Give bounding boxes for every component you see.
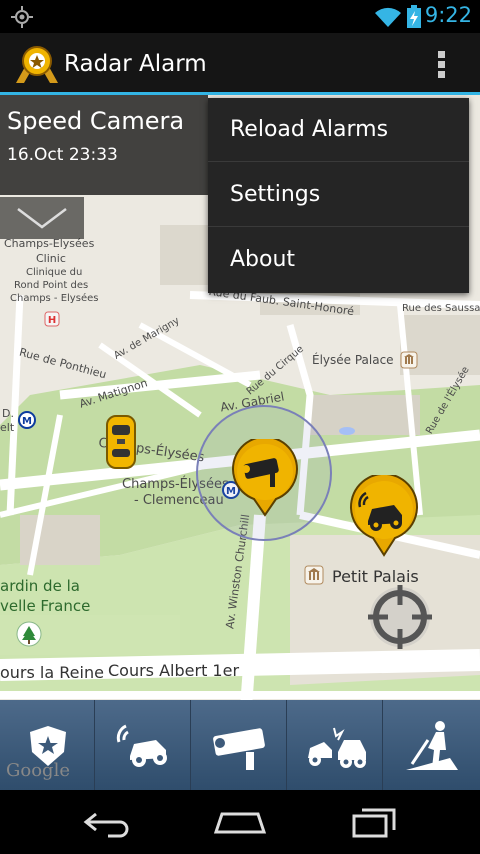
menu-item-settings[interactable]: Settings	[208, 163, 469, 227]
accident-button[interactable]	[288, 700, 383, 790]
back-icon[interactable]	[82, 808, 132, 838]
gps-icon	[11, 6, 33, 28]
app-title: Radar Alarm	[64, 51, 207, 77]
recent-apps-icon[interactable]	[350, 806, 398, 840]
metro-icon[interactable]: M	[18, 411, 36, 429]
google-attribution: Google	[6, 760, 70, 781]
map-label: ours la Reine	[0, 663, 104, 682]
alert-panel[interactable]: Speed Camera 16.Oct 23:33	[0, 95, 208, 195]
wifi-icon	[375, 7, 401, 28]
map-label: Élysée Palace	[312, 353, 394, 367]
map-label: Clinic	[36, 252, 66, 265]
home-icon[interactable]	[212, 806, 268, 836]
accident-icon	[308, 727, 366, 768]
map-label: Rond Point des	[14, 280, 89, 291]
map-label: velle France	[0, 597, 91, 615]
speed-camera-icon	[213, 728, 265, 770]
alert-datetime: 16.Oct 23:33	[7, 145, 118, 165]
alarm-toolbar	[0, 700, 480, 790]
museum-icon[interactable]	[304, 565, 324, 585]
svg-text:H: H	[48, 315, 56, 326]
overflow-menu-icon[interactable]	[436, 49, 448, 81]
speed-camera-button[interactable]	[192, 700, 287, 790]
map-label: D.	[2, 407, 14, 420]
svg-text:M: M	[22, 416, 32, 427]
speed-camera-marker-icon[interactable]	[230, 439, 300, 517]
map-label: elt	[0, 421, 15, 434]
roadworks-icon	[406, 721, 458, 770]
app-logo-icon[interactable]	[14, 43, 60, 85]
chevron-down-icon	[17, 208, 67, 229]
roadworks-button[interactable]	[384, 700, 479, 790]
map-label: ardin de la	[0, 577, 80, 595]
map-label: Champs - Elysées	[10, 293, 99, 304]
landmark-icon[interactable]	[400, 351, 418, 369]
alert-type: Speed Camera	[7, 107, 185, 135]
battery-charging-icon	[407, 5, 421, 28]
overflow-menu: Reload Alarms Settings About	[208, 98, 469, 293]
navigation-bar	[0, 790, 480, 854]
car-crash-icon	[116, 724, 167, 767]
clock: 9:22	[424, 3, 472, 27]
car-crash-marker-icon[interactable]	[346, 475, 422, 557]
my-location-button[interactable]	[366, 583, 434, 651]
status-bar: 9:22	[0, 0, 480, 33]
map-label: Clinique du	[26, 267, 83, 278]
action-bar: Radar Alarm	[0, 33, 480, 95]
map-label: Rue des Saussaies	[402, 303, 480, 314]
park-icon[interactable]	[16, 621, 42, 647]
collapse-panel-button[interactable]	[0, 197, 84, 239]
map-label: Cours Albert 1er	[108, 661, 240, 680]
car-crash-button[interactable]	[96, 700, 191, 790]
hospital-icon[interactable]: H	[44, 311, 60, 327]
menu-item-about[interactable]: About	[208, 228, 469, 292]
car-location-icon[interactable]	[104, 413, 138, 471]
menu-item-reload-alarms[interactable]: Reload Alarms	[208, 98, 469, 162]
